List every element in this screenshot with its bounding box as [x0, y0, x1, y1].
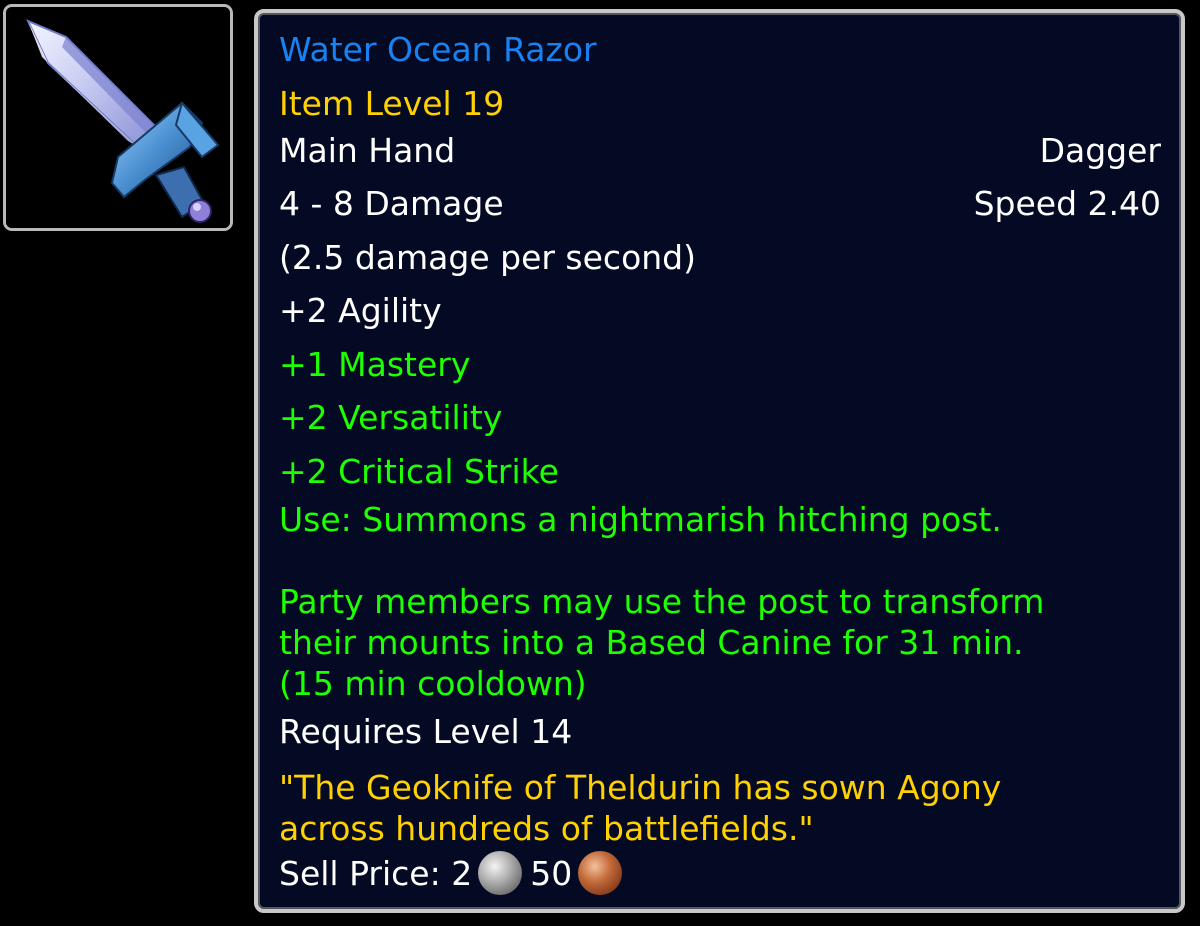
item-tooltip: Water Ocean Razor Item Level 19 Main Han… [254, 9, 1185, 913]
level-requirement: Requires Level 14 [279, 712, 573, 751]
item-level: Item Level 19 [279, 84, 505, 123]
flavor-text: "The Geoknife of Theldurin has sown Agon… [279, 768, 1002, 848]
item-damage: 4 - 8 Damage [279, 184, 504, 223]
item-dps: (2.5 damage per second) [279, 238, 696, 277]
item-type: Dagger [1039, 131, 1161, 170]
item-name: Water Ocean Razor [279, 30, 597, 69]
sell-price: Sell Price: 2 50 [279, 851, 630, 895]
item-slot: Main Hand [279, 131, 456, 170]
sell-price-silver: 2 [451, 854, 473, 893]
item-icon-frame[interactable] [3, 4, 233, 231]
stat-versatility: +2 Versatility [279, 398, 503, 437]
use-effect: Use: Summons a nightmarish hitching post… [279, 500, 1045, 703]
dagger-icon [6, 7, 230, 228]
sell-price-copper: 50 [530, 854, 573, 893]
stat-critical-strike: +2 Critical Strike [279, 452, 559, 491]
copper-coin-icon [578, 851, 623, 895]
sell-price-label: Sell Price: [279, 854, 441, 893]
silver-coin-icon [478, 851, 523, 895]
damage-row: 4 - 8 Damage Speed 2.40 [279, 184, 1161, 224]
stat-agility: +2 Agility [279, 291, 442, 330]
item-speed: Speed 2.40 [973, 184, 1161, 223]
slot-row: Main Hand Dagger [279, 131, 1161, 171]
stat-mastery: +1 Mastery [279, 345, 471, 384]
